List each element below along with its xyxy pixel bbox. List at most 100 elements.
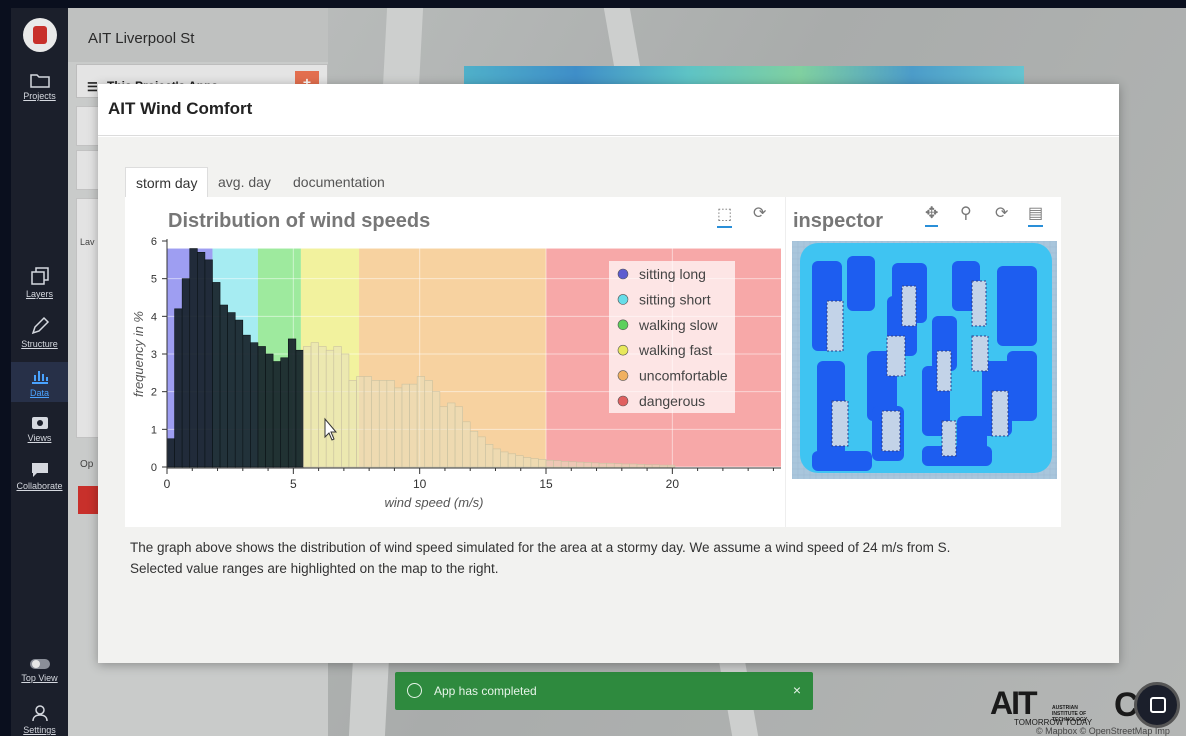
x-tick-label: 10	[413, 477, 427, 491]
wind-speed-histogram[interactable]: 0 1 2 3 4 5 6 0 5 10 15 20 wind speed (m/s) frequency…	[125, 197, 785, 527]
y-axis-label: frequency in %	[131, 311, 146, 397]
partial-label: Lav	[80, 237, 95, 247]
reset-tool-icon[interactable]: ⟳	[995, 203, 1008, 223]
ait-logo-text: AIT	[990, 685, 1038, 721]
x-tick-label: 5	[290, 477, 297, 491]
red-action-button[interactable]	[78, 486, 100, 514]
app-logo[interactable]	[23, 18, 57, 52]
toggle-icon	[29, 659, 50, 669]
building	[831, 400, 849, 447]
chat-bubble-button[interactable]	[1134, 682, 1180, 728]
wind-comfort-modal: AIT Wind Comfort storm day avg. day docu…	[98, 84, 1119, 663]
wind-shadow-zone	[1007, 351, 1037, 421]
wheel-zoom-tool-icon[interactable]: ⚲	[960, 203, 972, 223]
toast-close-button[interactable]: ×	[793, 682, 801, 698]
nav-structure[interactable]: Structure	[11, 316, 68, 349]
description-line: The graph above shows the distribution o…	[130, 540, 951, 555]
histogram-bar	[318, 346, 327, 468]
histogram-bar	[394, 387, 403, 468]
histogram-bar	[401, 383, 410, 468]
histogram-bar	[500, 451, 509, 468]
histogram-bar	[515, 455, 524, 468]
nav-top-view[interactable]: Top View	[11, 658, 68, 683]
legend-box	[609, 261, 735, 413]
y-tick-label: 1	[151, 424, 157, 436]
nav-data[interactable]: Data	[11, 362, 68, 402]
y-tick-label: 4	[151, 311, 157, 323]
histogram-bar	[651, 464, 661, 468]
histogram-bar	[204, 259, 213, 468]
histogram-bar	[234, 319, 244, 468]
histogram-bar	[492, 448, 501, 468]
histogram-bar	[287, 338, 297, 468]
histogram-bar	[242, 334, 251, 468]
histogram-bar	[469, 430, 479, 468]
nav-views[interactable]: Views	[11, 414, 68, 443]
histogram-bar	[212, 282, 221, 468]
y-tick-label: 3	[151, 349, 157, 361]
hover-tool-icon[interactable]: ▤	[1028, 203, 1044, 227]
map-credit[interactable]: © Mapbox © OpenStreetMap Imp	[1036, 726, 1170, 736]
histogram-bar	[378, 380, 388, 468]
building	[941, 420, 957, 457]
nav-settings[interactable]: Settings	[11, 704, 68, 735]
tab-avg-day[interactable]: avg. day	[208, 167, 281, 198]
histogram-bar	[606, 462, 615, 468]
chart-panel: Distribution of wind speeds ⬚ ⟳ 01234560…	[125, 197, 1061, 527]
histogram-bar	[265, 353, 274, 468]
inspector-map[interactable]	[792, 241, 1057, 479]
x-axis-label: wind speed (m/s)	[385, 495, 484, 510]
histogram-bar	[416, 376, 426, 468]
wind-shadow-zone	[847, 256, 875, 311]
building	[826, 300, 844, 352]
divider	[785, 197, 786, 527]
histogram-bar	[189, 248, 198, 468]
legend-label: walking fast	[638, 342, 712, 358]
histogram-bar	[386, 380, 395, 468]
x-tick-label: 20	[666, 477, 680, 491]
chat-icon	[31, 463, 48, 477]
histogram-bar	[432, 391, 441, 468]
histogram-bar	[333, 346, 342, 468]
legend-swatch	[617, 319, 629, 331]
pan-tool-icon[interactable]: ✥	[925, 203, 939, 227]
building	[881, 410, 901, 452]
y-tick-label: 2	[151, 387, 157, 399]
histogram-bar	[409, 383, 418, 468]
legend-label: walking slow	[638, 317, 718, 333]
histogram-bar	[166, 438, 175, 468]
histogram-bar	[530, 458, 539, 468]
modal-title: AIT Wind Comfort	[98, 84, 1119, 136]
histogram-bar	[462, 421, 471, 468]
check-icon	[407, 683, 422, 698]
ait-logo: AIT AUSTRIAN INSTITUTE OF TECHNOLOGY TOM…	[990, 685, 1092, 727]
partial-label: Op	[80, 459, 94, 470]
building	[936, 350, 952, 392]
histogram-bar	[560, 461, 570, 468]
inspector-title: inspector	[793, 210, 884, 232]
histogram-bar	[522, 457, 532, 468]
legend-swatch	[617, 294, 629, 305]
y-tick-label: 5	[151, 274, 157, 286]
tab-documentation[interactable]: documentation	[283, 167, 395, 198]
folder-icon	[29, 74, 50, 88]
nav-projects[interactable]: Projects	[11, 72, 68, 101]
camera-icon	[31, 417, 48, 429]
histogram-bar	[181, 278, 191, 468]
histogram-bar	[348, 380, 357, 468]
histogram-bar	[621, 463, 630, 468]
histogram-bar	[341, 353, 350, 468]
histogram-bar	[363, 376, 372, 468]
left-navigation: Projects Layers Structure Data Views Col…	[11, 8, 68, 736]
x-tick-label: 15	[539, 477, 553, 491]
building	[971, 335, 989, 372]
nav-layers[interactable]: Layers	[11, 266, 68, 299]
nav-collaborate[interactable]: Collaborate	[11, 462, 68, 491]
histogram-bar	[272, 361, 282, 468]
legend-label: sitting short	[639, 291, 711, 307]
histogram-bar	[507, 453, 516, 468]
chat-icon	[1150, 697, 1166, 713]
y-tick-label: 6	[151, 236, 157, 248]
tab-storm-day[interactable]: storm day	[125, 167, 209, 198]
histogram-bar	[644, 464, 653, 468]
